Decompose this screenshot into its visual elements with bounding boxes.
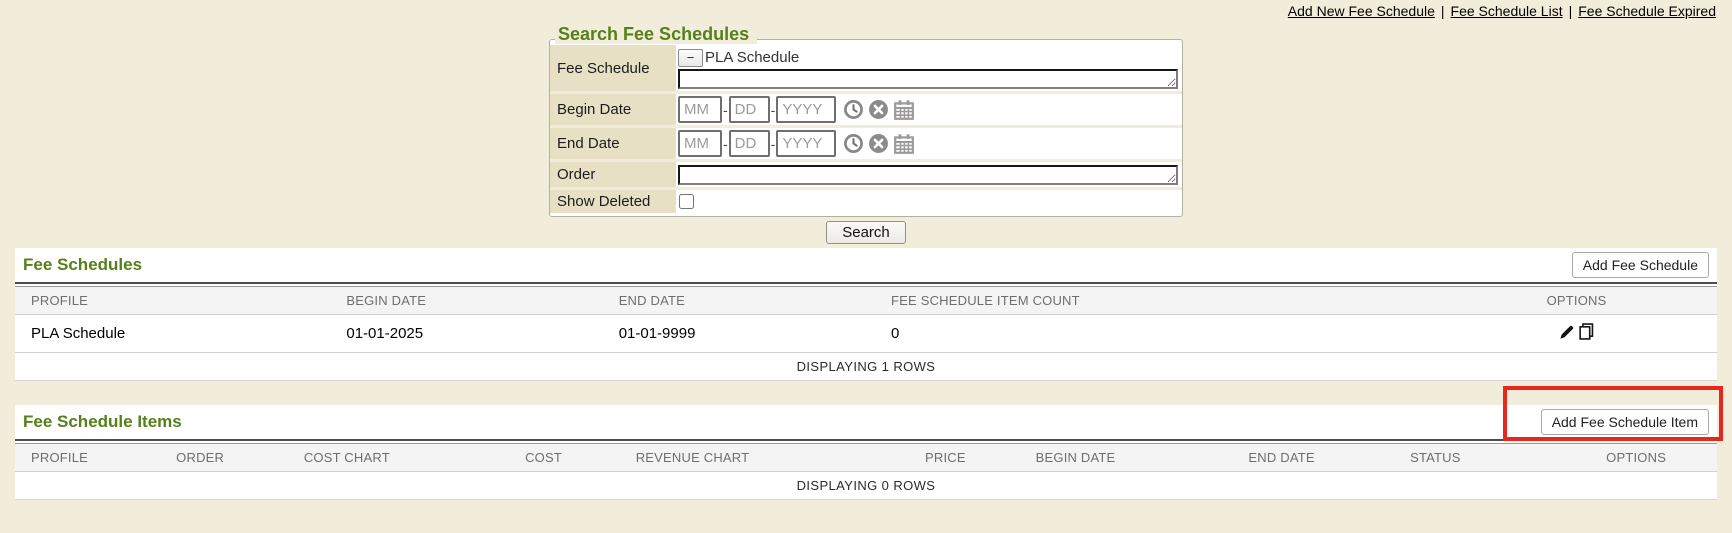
fee-schedules-titlebar: Fee Schedules Add Fee Schedule <box>15 248 1717 282</box>
fee-schedule-input-area: − PLA Schedule <box>676 45 1182 91</box>
date-separator: - <box>771 136 776 152</box>
col-revenue-chart: REVENUE CHART <box>628 444 917 472</box>
col-begin-date: BEGIN DATE <box>338 287 610 315</box>
fee-schedule-items-title: Fee Schedule Items <box>23 409 182 435</box>
end-date-input-area: - - <box>676 128 1182 159</box>
show-deleted-label: Show Deleted <box>550 190 676 213</box>
form-row-end-date: End Date - - <box>550 125 1182 159</box>
end-date-month-input[interactable] <box>678 130 722 157</box>
form-row-show-deleted: Show Deleted <box>550 187 1182 213</box>
page: Add New Fee Schedule | Fee Schedule List | F… <box>0 0 1732 533</box>
fee-schedule-items-panel: Fee Schedule Items Add Fee Schedule Item… <box>15 405 1717 500</box>
tree-node-pla-schedule[interactable]: PLA Schedule <box>705 49 799 66</box>
table-row: PLA Schedule 01-01-2025 01-01-9999 0 <box>15 315 1717 353</box>
link-separator: | <box>1441 3 1445 19</box>
calendar-icon[interactable] <box>893 99 915 121</box>
fee-schedule-label: Fee Schedule <box>550 45 676 91</box>
col-cost: COST <box>517 444 628 472</box>
top-nav-links: Add New Fee Schedule | Fee Schedule List | F… <box>1288 3 1716 19</box>
date-separator: - <box>771 102 776 118</box>
col-price: PRICE <box>917 444 1028 472</box>
col-cost-chart: COST CHART <box>296 444 517 472</box>
col-item-count: FEE SCHEDULE ITEM COUNT <box>883 287 1436 315</box>
fee-schedule-tree: − PLA Schedule <box>678 47 1178 68</box>
end-date-day-input[interactable] <box>729 130 770 157</box>
show-deleted-input-area <box>676 190 1182 213</box>
cell-options <box>1436 315 1717 353</box>
col-end-date: END DATE <box>1240 444 1402 472</box>
form-row-fee-schedule: Fee Schedule − PLA Schedule <box>550 45 1182 91</box>
pencil-icon[interactable] <box>1559 324 1575 340</box>
form-row-begin-date: Begin Date - - <box>550 91 1182 125</box>
displaying-rows-status: DISPLAYING 1 ROWS <box>15 352 1717 380</box>
fee-schedule-items-table: PROFILE ORDER COST CHART COST REVENUE CH… <box>15 444 1717 499</box>
end-date-label: End Date <box>550 128 676 159</box>
link-fee-schedule-expired[interactable]: Fee Schedule Expired <box>1578 3 1716 19</box>
col-options: OPTIONS <box>1436 287 1717 315</box>
date-separator: - <box>723 136 728 152</box>
order-label: Order <box>550 162 676 187</box>
link-fee-schedule-list[interactable]: Fee Schedule List <box>1451 3 1563 19</box>
fee-schedule-items-status-row: DISPLAYING 0 ROWS <box>15 471 1717 499</box>
cell-begin-date: 01-01-2025 <box>338 315 610 353</box>
show-deleted-checkbox[interactable] <box>679 194 694 209</box>
cell-profile: PLA Schedule <box>15 315 338 353</box>
col-end-date: END DATE <box>611 287 883 315</box>
search-button-row: Search <box>0 221 1732 244</box>
begin-date-year-input[interactable] <box>776 96 836 123</box>
date-separator: - <box>723 102 728 118</box>
col-options: OPTIONS <box>1555 444 1717 472</box>
begin-date-day-input[interactable] <box>729 96 770 123</box>
copy-icon[interactable] <box>1578 323 1595 340</box>
col-profile: PROFILE <box>15 444 168 472</box>
cell-end-date: 01-01-9999 <box>611 315 883 353</box>
form-row-order: Order <box>550 159 1182 187</box>
order-input[interactable] <box>678 165 1178 185</box>
clock-icon[interactable] <box>843 133 864 154</box>
displaying-rows-status: DISPLAYING 0 ROWS <box>15 471 1717 499</box>
search-form-title: Search Fee Schedules <box>555 24 757 44</box>
fee-schedules-table: PROFILE BEGIN DATE END DATE FEE SCHEDULE… <box>15 287 1717 380</box>
col-order: ORDER <box>168 444 296 472</box>
fee-schedule-items-header-row: PROFILE ORDER COST CHART COST REVENUE CH… <box>15 444 1717 472</box>
search-button[interactable]: Search <box>826 221 906 244</box>
fee-schedule-items-titlebar: Fee Schedule Items Add Fee Schedule Item <box>15 405 1717 439</box>
add-fee-schedule-item-button[interactable]: Add Fee Schedule Item <box>1541 409 1709 435</box>
fee-schedules-panel: Fee Schedules Add Fee Schedule PROFILE B… <box>15 248 1717 381</box>
fee-schedules-header-row: PROFILE BEGIN DATE END DATE FEE SCHEDULE… <box>15 287 1717 315</box>
add-fee-schedule-button[interactable]: Add Fee Schedule <box>1572 252 1709 278</box>
col-status: STATUS <box>1402 444 1555 472</box>
x-circle-icon[interactable] <box>868 99 889 120</box>
x-circle-icon[interactable] <box>868 133 889 154</box>
clock-icon[interactable] <box>843 99 864 120</box>
end-date-year-input[interactable] <box>776 130 836 157</box>
order-input-area <box>676 162 1182 187</box>
cell-item-count: 0 <box>883 315 1436 353</box>
link-add-new-fee-schedule[interactable]: Add New Fee Schedule <box>1288 3 1435 19</box>
tree-collapse-button[interactable]: − <box>678 49 703 67</box>
begin-date-input-area: - - <box>676 94 1182 125</box>
col-profile: PROFILE <box>15 287 338 315</box>
minus-icon: − <box>687 51 695 64</box>
search-fee-schedules-form: Search Fee Schedules Fee Schedule − PLA … <box>549 39 1183 217</box>
begin-date-label: Begin Date <box>550 94 676 125</box>
col-begin-date: BEGIN DATE <box>1028 444 1241 472</box>
fee-schedules-status-row: DISPLAYING 1 ROWS <box>15 352 1717 380</box>
fee-schedules-title: Fee Schedules <box>23 252 142 278</box>
begin-date-month-input[interactable] <box>678 96 722 123</box>
calendar-icon[interactable] <box>893 133 915 155</box>
fee-schedule-search-input[interactable] <box>678 69 1178 89</box>
link-separator: | <box>1569 3 1573 19</box>
